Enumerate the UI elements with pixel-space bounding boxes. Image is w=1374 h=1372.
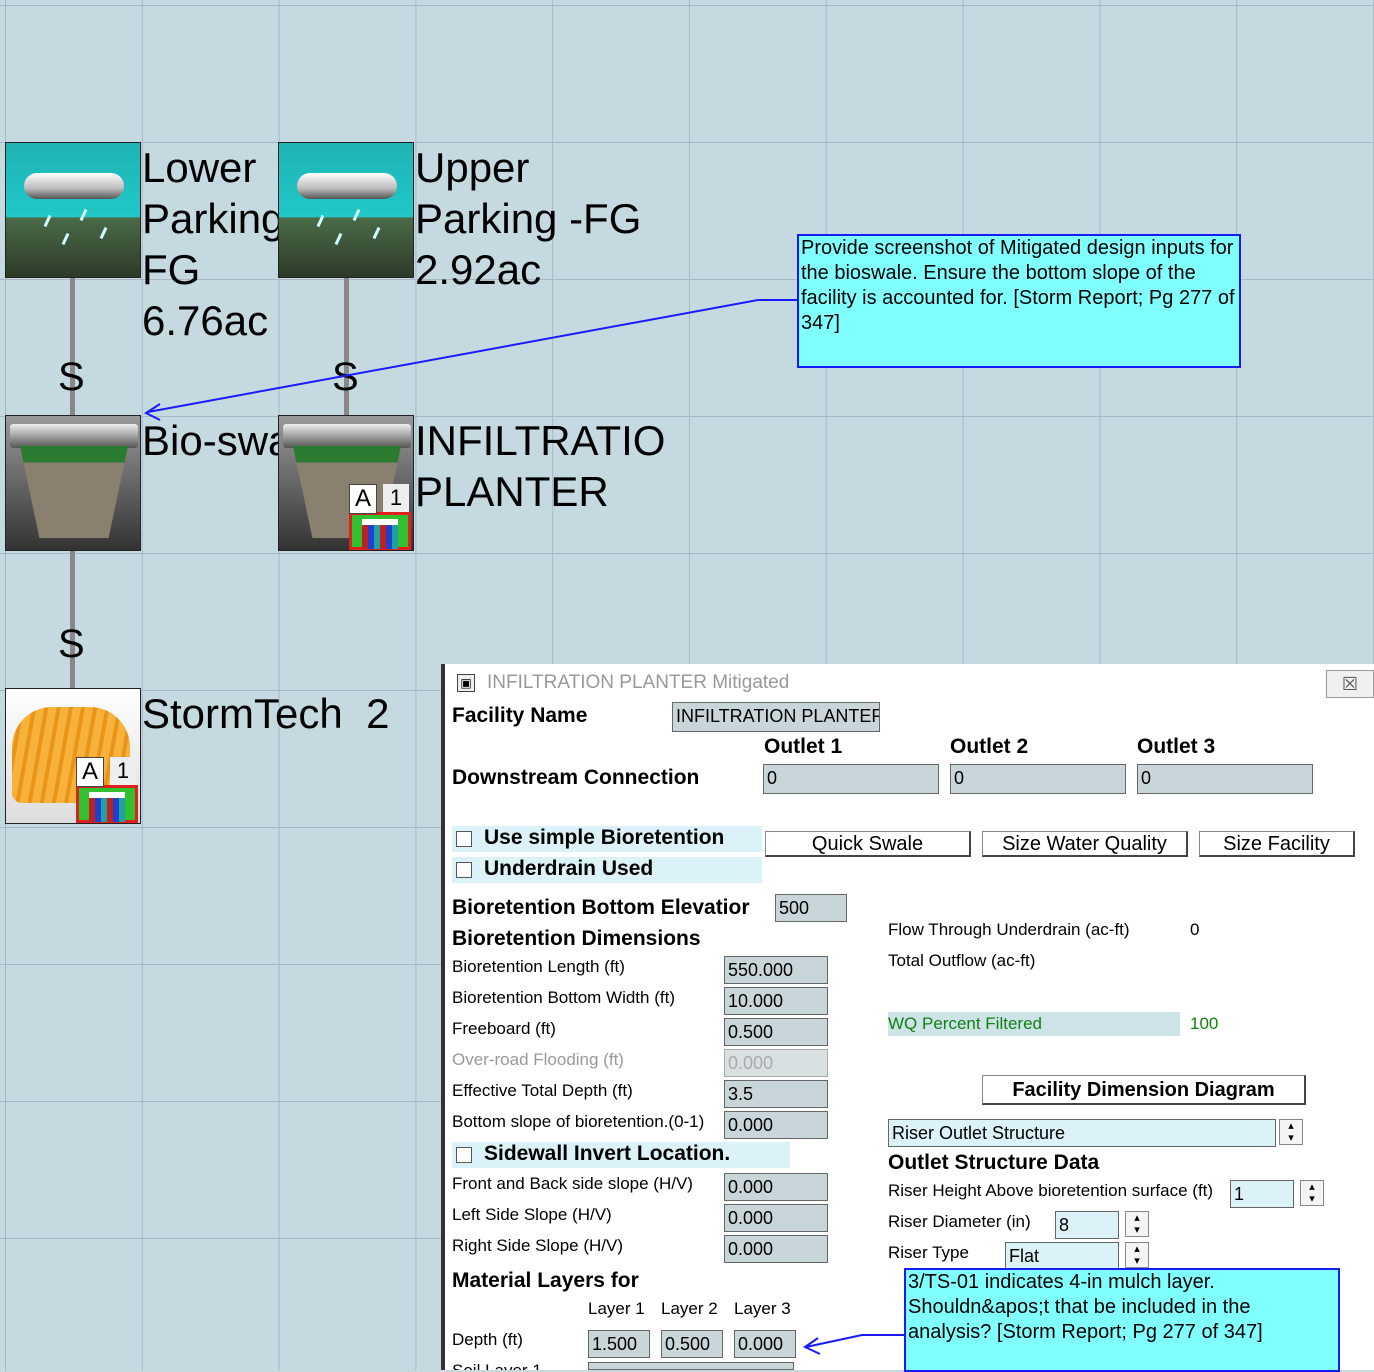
sidewall-invert-checkbox[interactable] [456, 1147, 472, 1163]
layer3-header: Layer 3 [734, 1299, 791, 1318]
riser-type-label: Riser Type [888, 1243, 969, 1262]
outlet-structure-data-header: Outlet Structure Data [888, 1151, 1100, 1174]
bottom-width-field[interactable]: 10.000 [724, 987, 828, 1015]
connection-s-label: S [58, 355, 85, 399]
depth-label: Depth (ft) [452, 1330, 523, 1349]
layer2-header: Layer 2 [661, 1299, 718, 1318]
flow-underdrain-label: Flow Through Underdrain (ac-ft) [888, 920, 1130, 939]
riser-height-field[interactable]: 1 [1230, 1180, 1294, 1208]
dialog-titlebar: ▣ INFILTRATION PLANTER Mitigated ☒ [445, 664, 1374, 702]
bottom-slope-field[interactable]: 0.000 [724, 1111, 828, 1139]
use-simple-checkbox[interactable] [456, 831, 472, 847]
freeboard-label: Freeboard (ft) [452, 1019, 556, 1038]
stormtech-icon[interactable]: A 1 [5, 688, 141, 824]
analysis-badge-icon [76, 785, 138, 823]
stormtech-label: StormTech 2 [142, 690, 390, 737]
outlet2-header: Outlet 2 [950, 735, 1029, 758]
left-slope-field[interactable]: 0.000 [724, 1204, 828, 1232]
dialog-title: INFILTRATION PLANTER Mitigated [487, 672, 790, 693]
layer1-header: Layer 1 [588, 1299, 645, 1318]
close-button[interactable]: ☒ [1326, 670, 1374, 698]
badge-number: 1 [110, 757, 136, 785]
badge-a: A [76, 757, 104, 787]
basin-upper-parking-label: Upper Parking -FG 2.92ac [415, 144, 642, 293]
bottom-width-label: Bioretention Bottom Width (ft) [452, 988, 675, 1007]
flow-underdrain-value: 0 [1190, 920, 1200, 939]
bottom-elevation-field[interactable]: 500 [775, 894, 847, 922]
analysis-badge-icon [349, 512, 411, 550]
underdrain-row[interactable]: Underdrain Used [452, 857, 762, 883]
right-slope-label: Right Side Slope (H/V) [452, 1236, 624, 1255]
connection-s-label: S [332, 355, 359, 399]
facility-dimension-diagram-button[interactable]: Facility Dimension Diagram [982, 1075, 1306, 1105]
total-outflow-label: Total Outflow (ac-ft) [888, 951, 1036, 970]
riser-height-label: Riser Height Above bioretention surface … [888, 1181, 1214, 1200]
wq-percent-label: WQ Percent Filtered [888, 1014, 1042, 1033]
riser-diameter-label: Riser Diameter (in) [888, 1212, 1031, 1231]
bioswale-icon[interactable] [5, 415, 141, 551]
size-facility-button[interactable]: Size Facility [1199, 831, 1355, 857]
size-water-quality-button[interactable]: Size Water Quality [982, 831, 1188, 857]
facility-dialog: ▣ INFILTRATION PLANTER Mitigated ☒ Facil… [441, 664, 1374, 1370]
dimensions-header: Bioretention Dimensions [452, 927, 701, 950]
sidewall-invert-row[interactable]: Sidewall Invert Location. [452, 1142, 790, 1168]
bottom-slope-label: Bottom slope of bioretention.(0-1) [452, 1112, 705, 1131]
badge-a: A [349, 484, 377, 514]
right-slope-field[interactable]: 0.000 [724, 1235, 828, 1263]
layer2-depth-field[interactable]: 0.500 [661, 1330, 723, 1358]
basin-upper-parking-icon[interactable] [278, 142, 414, 278]
layer3-depth-field[interactable]: 0.000 [734, 1330, 796, 1358]
freeboard-field[interactable]: 0.500 [724, 1018, 828, 1046]
infiltration-planter-icon[interactable]: A 1 [278, 415, 414, 551]
downstream-outlet3-field[interactable]: 0 [1137, 764, 1313, 794]
badge-number: 1 [383, 484, 409, 512]
downstream-outlet1-field[interactable]: 0 [763, 764, 939, 794]
review-note-bioswale[interactable]: Provide screenshot of Mitigated design i… [797, 234, 1241, 368]
front-back-slope-label: Front and Back side slope (H/V) [452, 1174, 693, 1193]
canvas-grid: S S S Lower Parking DB FG 6.76ac Upper P… [0, 0, 1374, 1372]
riser-select-spinner[interactable]: ▴ ▾ [1279, 1119, 1303, 1145]
riser-type-field[interactable]: Flat [1005, 1242, 1119, 1270]
effective-depth-label: Effective Total Depth (ft) [452, 1081, 633, 1100]
outlet1-header: Outlet 1 [764, 735, 843, 758]
riser-height-spinner[interactable]: ▴ ▾ [1300, 1180, 1324, 1206]
overroad-flooding-label: Over-road Flooding (ft) [452, 1050, 624, 1069]
underdrain-checkbox[interactable] [456, 862, 472, 878]
bottom-elevation-label: Bioretention Bottom Elevatior [452, 896, 750, 919]
review-note-mulch[interactable]: 3/TS-01 indicates 4-in mulch layer. Shou… [904, 1268, 1340, 1372]
sidewall-invert-label: Sidewall Invert Location. [484, 1142, 731, 1165]
overroad-flooding-field: 0.000 [724, 1049, 828, 1077]
cloud-icon [24, 173, 124, 199]
connector-bioswale-stormtech [70, 551, 75, 689]
use-simple-label: Use simple Bioretention [484, 826, 725, 849]
riser-diameter-field[interactable]: 8 [1055, 1211, 1119, 1239]
infiltration-planter-label: INFILTRATIO PLANTER [415, 417, 666, 515]
downstream-label: Downstream Connection [452, 766, 700, 789]
facility-name-field[interactable]: INFILTRATION PLANTER [672, 702, 880, 732]
cloud-icon [297, 173, 397, 199]
left-slope-label: Left Side Slope (H/V) [452, 1205, 612, 1224]
use-simple-bioretention-row[interactable]: Use simple Bioretention [452, 826, 762, 852]
quick-swale-button[interactable]: Quick Swale [765, 831, 971, 857]
underdrain-label: Underdrain Used [484, 857, 654, 880]
window-icon: ▣ [457, 674, 475, 692]
riser-diameter-spinner[interactable]: ▴ ▾ [1125, 1211, 1149, 1237]
wq-percent-value: 100 [1190, 1014, 1219, 1033]
length-label: Bioretention Length (ft) [452, 957, 625, 976]
effective-depth-field[interactable]: 3.5 [724, 1080, 828, 1108]
material-layers-header: Material Layers for [452, 1269, 639, 1292]
layer1-depth-field[interactable]: 1.500 [588, 1330, 650, 1358]
riser-outlet-structure-select[interactable]: Riser Outlet Structure [888, 1119, 1276, 1147]
downstream-outlet2-field[interactable]: 0 [950, 764, 1126, 794]
soil-layer-label: Soil Layer 1 [452, 1361, 542, 1370]
outlet3-header: Outlet 3 [1137, 735, 1216, 758]
connection-s-label: S [58, 622, 85, 666]
length-field[interactable]: 550.000 [724, 956, 828, 984]
front-back-slope-field[interactable]: 0.000 [724, 1173, 828, 1201]
riser-type-spinner[interactable]: ▴ ▾ [1125, 1242, 1149, 1268]
facility-name-label: Facility Name [452, 704, 588, 727]
basin-lower-parking-icon[interactable] [5, 142, 141, 278]
soil-layer-select[interactable] [588, 1362, 794, 1370]
